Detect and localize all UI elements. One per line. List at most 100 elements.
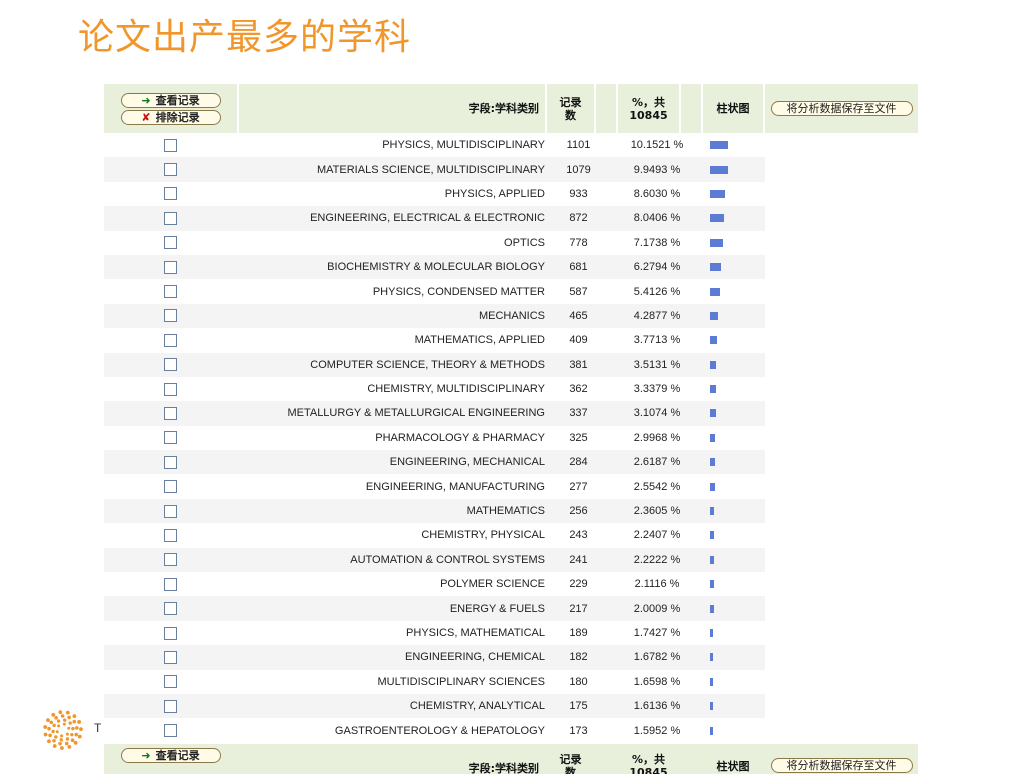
row-count: 933 <box>569 187 588 200</box>
row-field: CHEMISTRY, MULTIDISCIPLINARY <box>367 383 545 396</box>
row-checkbox[interactable] <box>164 504 177 518</box>
row-bar-cell <box>708 133 765 157</box>
row-percent: 8.6030 % <box>633 187 681 200</box>
row-checkbox[interactable] <box>164 358 177 372</box>
row-checkbox[interactable] <box>164 187 177 201</box>
row-bar <box>710 531 714 540</box>
row-checkbox-cell <box>104 718 237 742</box>
row-field: MATERIALS SCIENCE, MULTIDISCIPLINARY <box>237 157 551 182</box>
row-checkbox[interactable] <box>164 650 177 664</box>
row-percent: 4.2877 % <box>606 303 708 329</box>
row-checkbox-cell <box>104 498 237 524</box>
row-bar-cell <box>708 231 765 255</box>
row-bar <box>710 726 713 735</box>
row-count: 1101 <box>566 139 591 152</box>
row-percent: 5.4126 % <box>633 285 681 298</box>
row-bar <box>710 507 714 516</box>
row-percent: 8.0406 % <box>606 206 708 231</box>
row-checkbox[interactable] <box>164 285 177 299</box>
row-bar-cell <box>708 352 765 377</box>
table-footer-header: ➜ 查看记录 字段:学科类别 记录 数 %，共 10845 柱状图 将分析数据保… <box>104 744 918 774</box>
row-checkbox[interactable] <box>164 163 177 177</box>
row-bar-cell <box>708 693 765 719</box>
row-checkbox[interactable] <box>164 455 177 469</box>
row-bar-cell <box>708 401 765 426</box>
table-row: ENGINEERING, ELECTRICAL & ELECTRONIC 872 8… <box>104 206 918 231</box>
row-percent: 1.5952 % <box>633 724 681 737</box>
row-checkbox[interactable] <box>164 260 177 274</box>
row-checkbox[interactable] <box>164 675 177 689</box>
row-percent: 2.2407 % <box>633 529 681 542</box>
row-field: PHYSICS, CONDENSED MATTER <box>372 285 545 298</box>
row-percent: 2.3605 % <box>606 498 708 524</box>
row-checkbox[interactable] <box>164 431 177 445</box>
row-checkbox-cell <box>104 596 237 621</box>
row-count: 173 <box>569 724 588 737</box>
arrow-right-icon: ➜ <box>141 93 151 107</box>
row-bar <box>710 360 716 369</box>
header-field: 字段:学科类别 <box>468 102 539 115</box>
table-row: COMPUTER SCIENCE, THEORY & METHODS 381 3.5… <box>104 352 918 377</box>
row-checkbox[interactable] <box>164 333 177 347</box>
row-bar <box>710 433 715 442</box>
row-checkbox[interactable] <box>164 602 177 616</box>
row-field: PHYSICS, MATHEMATICAL <box>406 627 545 639</box>
row-bar-cell <box>708 426 765 450</box>
view-records-button-bottom[interactable]: ➜ 查看记录 <box>120 748 221 763</box>
exclude-records-button[interactable]: ✘ 排除记录 <box>120 109 221 125</box>
row-checkbox[interactable] <box>164 528 177 542</box>
row-field: ENGINEERING, ELECTRICAL & ELECTRONIC <box>237 206 551 231</box>
header-count-bottom: 记录 数 <box>559 753 582 774</box>
analysis-table: ➜ 查看记录 ✘ 排除记录 字段:学科类别 记录 数 %，共 10845 柱状图… <box>104 84 918 743</box>
row-count: 337 <box>551 401 606 426</box>
save-analysis-button-bottom[interactable]: 将分析数据保存至文件 <box>770 758 913 773</box>
row-percent: 1.6598 % <box>633 675 681 688</box>
row-checkbox[interactable] <box>164 382 177 396</box>
row-checkbox-cell <box>104 206 237 231</box>
row-count: 681 <box>551 254 606 280</box>
row-checkbox[interactable] <box>164 406 177 420</box>
row-checkbox-cell <box>104 328 237 352</box>
row-checkbox-cell <box>104 279 237 303</box>
row-count: 362 <box>569 383 588 396</box>
row-checkbox[interactable] <box>164 138 177 152</box>
row-checkbox[interactable] <box>164 577 177 591</box>
table-row: ENGINEERING, CHEMICAL 182 1.6782 % <box>104 645 918 670</box>
row-checkbox[interactable] <box>164 211 177 225</box>
row-checkbox[interactable] <box>164 553 177 567</box>
row-field: AUTOMATION & CONTROL SYSTEMS <box>237 547 551 573</box>
row-checkbox[interactable] <box>164 480 177 494</box>
row-field: CHEMISTRY, ANALYTICAL <box>237 693 551 719</box>
row-count: 175 <box>551 693 606 719</box>
row-checkbox-cell <box>104 670 237 694</box>
table-row: GASTROENTEROLOGY & HEPATOLOGY 173 1.5952 % <box>104 718 918 742</box>
view-records-label: 查看记录 <box>155 749 200 762</box>
row-checkbox[interactable] <box>164 626 177 640</box>
row-percent: 3.5131 % <box>606 352 708 377</box>
row-bar <box>710 165 728 174</box>
row-field: ENERGY & FUELS <box>237 596 551 621</box>
row-bar-cell <box>708 498 765 524</box>
row-bar <box>710 629 713 637</box>
row-bar-cell <box>708 718 765 742</box>
row-checkbox[interactable] <box>164 309 177 323</box>
row-field: OPTICS <box>504 236 545 249</box>
save-analysis-button[interactable]: 将分析数据保存至文件 <box>770 101 913 116</box>
save-cell: 将分析数据保存至文件 <box>765 84 918 133</box>
row-percent: 2.1116 % <box>634 578 680 591</box>
row-count: 189 <box>569 627 588 639</box>
row-checkbox[interactable] <box>164 699 177 713</box>
row-checkbox-cell <box>104 523 237 547</box>
row-count: 465 <box>551 303 606 329</box>
thomson-reuters-logo-icon <box>43 710 83 750</box>
row-bar <box>710 238 723 247</box>
row-count: 182 <box>551 645 606 670</box>
row-bar-cell <box>708 279 765 303</box>
row-checkbox-cell <box>104 693 237 719</box>
row-checkbox[interactable] <box>164 724 177 738</box>
row-percent: 1.6782 % <box>606 645 708 670</box>
row-field: BIOCHEMISTRY & MOLECULAR BIOLOGY <box>237 254 551 280</box>
row-checkbox[interactable] <box>164 236 177 250</box>
row-bar <box>710 287 720 296</box>
view-records-button[interactable]: ➜ 查看记录 <box>120 92 221 108</box>
